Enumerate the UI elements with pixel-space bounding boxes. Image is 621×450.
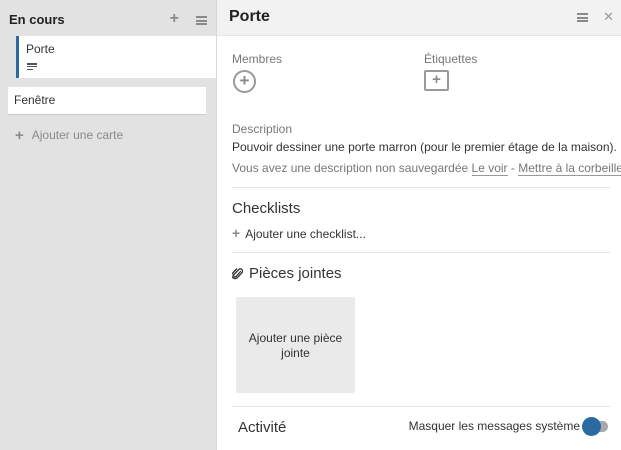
activity-title: Activité bbox=[238, 419, 287, 436]
description-icon bbox=[27, 63, 37, 71]
add-member-button[interactable]: + bbox=[233, 70, 256, 93]
list-header: En cours + bbox=[9, 10, 209, 30]
attachments-title: Pièces jointes bbox=[249, 265, 342, 282]
view-unsaved-link[interactable]: Le voir bbox=[471, 161, 508, 176]
activity-bar: Activité Masquer les messages système bbox=[232, 406, 610, 450]
link-separator: - bbox=[510, 161, 515, 175]
description-text[interactable]: Pouvoir dessiner une porte marron (pour … bbox=[232, 140, 617, 154]
discard-unsaved-link[interactable]: Mettre à la corbeille bbox=[518, 161, 621, 176]
list-column: En cours + Porte Fenêtre + Ajouter une ca… bbox=[0, 0, 216, 450]
hide-system-messages-toggle[interactable] bbox=[582, 417, 610, 436]
list-menu-icon[interactable] bbox=[196, 16, 207, 25]
toggle-knob bbox=[582, 417, 601, 436]
unsaved-notice-text: Vous avez une description non sauvegardé… bbox=[232, 161, 469, 175]
members-label: Membres bbox=[232, 52, 283, 66]
add-label-button[interactable]: + bbox=[424, 70, 449, 91]
add-card-button[interactable]: + Ajouter une carte bbox=[15, 126, 124, 144]
plus-icon: + bbox=[15, 127, 24, 144]
card-fenetre[interactable]: Fenêtre bbox=[8, 87, 206, 114]
add-checklist-button[interactable]: + Ajouter une checklist... bbox=[232, 225, 366, 241]
add-attachment-label: Ajouter une pièce jointe bbox=[248, 331, 343, 360]
card-title: Fenêtre bbox=[14, 93, 56, 107]
add-card-icon[interactable]: + bbox=[170, 10, 179, 28]
close-icon[interactable]: ✕ bbox=[603, 9, 614, 25]
card-porte[interactable]: Porte bbox=[16, 36, 216, 78]
description-label: Description bbox=[232, 122, 293, 136]
card-menu-icon[interactable] bbox=[577, 13, 588, 23]
card-title: Porte bbox=[26, 42, 55, 56]
divider bbox=[232, 252, 610, 253]
labels-label: Étiquettes bbox=[424, 52, 478, 66]
hide-system-messages-label: Masquer les messages système bbox=[408, 419, 580, 433]
list-title: En cours bbox=[9, 12, 65, 27]
add-attachment-button[interactable]: Ajouter une pièce jointe bbox=[236, 297, 355, 393]
divider bbox=[232, 187, 610, 188]
paperclip-icon bbox=[232, 268, 243, 280]
add-card-label: Ajouter une carte bbox=[31, 128, 124, 142]
add-checklist-label: Ajouter une checklist... bbox=[245, 227, 366, 241]
checklists-title: Checklists bbox=[232, 200, 301, 217]
plus-icon: + bbox=[232, 225, 241, 241]
card-detail-header: Porte ✕ bbox=[217, 0, 621, 36]
card-detail-panel: Porte ✕ Membres Étiquettes + + Descripti… bbox=[216, 0, 621, 450]
unsaved-description-notice: Vous avez une description non sauvegardé… bbox=[232, 161, 621, 176]
card-detail-title[interactable]: Porte bbox=[229, 8, 270, 26]
